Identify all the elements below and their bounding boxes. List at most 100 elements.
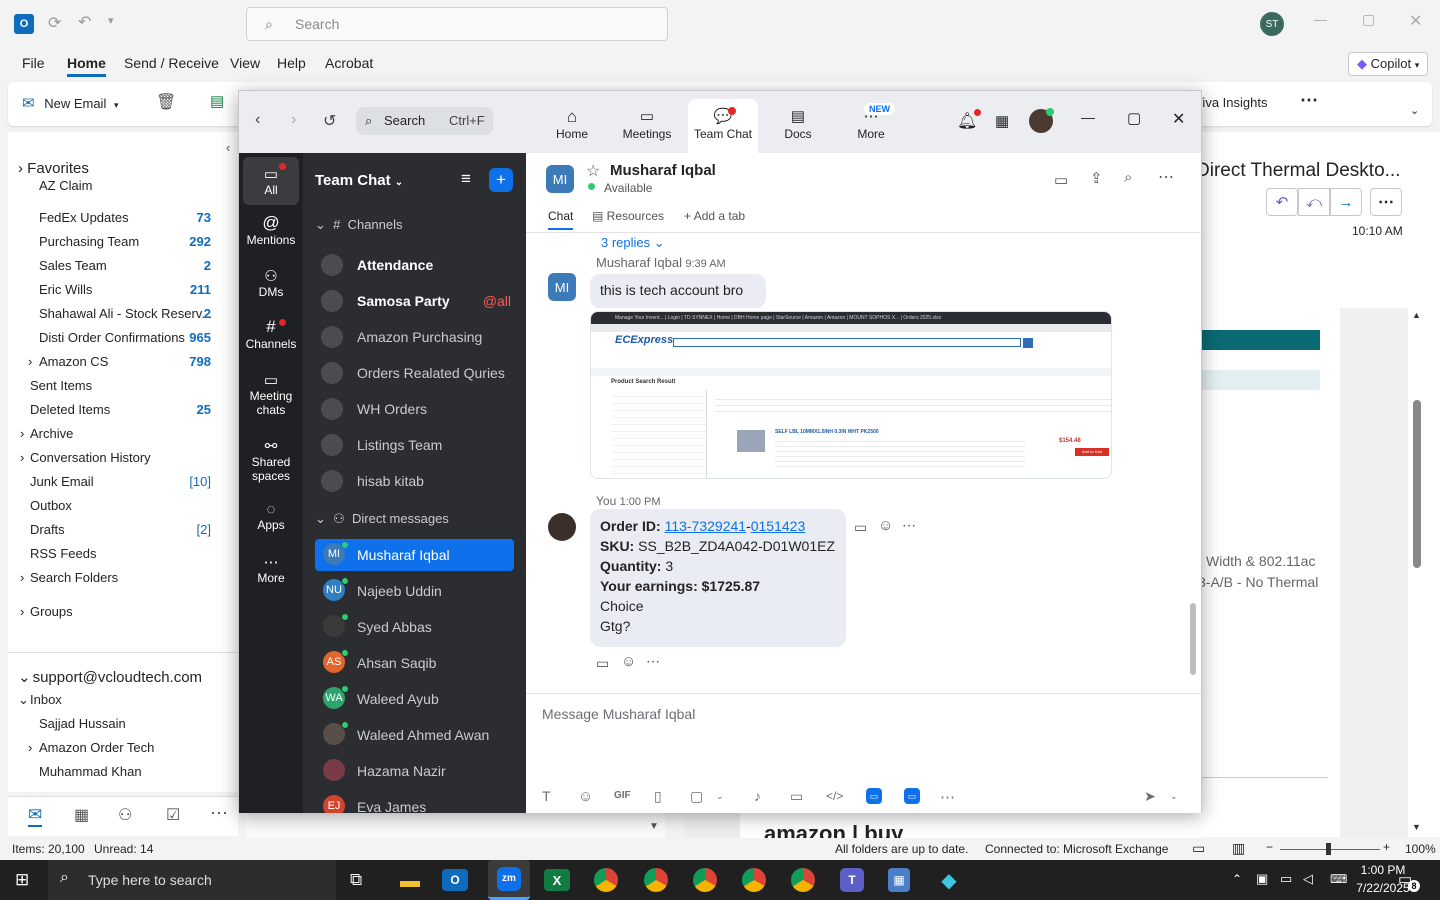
collapse-pane-icon[interactable]: ‹: [226, 140, 230, 155]
maximize-icon[interactable]: ▢: [1362, 11, 1375, 28]
chrome-icon[interactable]: [693, 868, 717, 892]
calculator-icon[interactable]: ▦: [888, 868, 910, 892]
app-icon[interactable]: ▭: [866, 788, 882, 804]
archive-icon[interactable]: ▤: [210, 92, 224, 110]
forward-icon[interactable]: ›: [291, 111, 296, 129]
mail-icon[interactable]: ✉: [28, 805, 43, 827]
folder-inbox[interactable]: ⌄ Inbox: [8, 688, 238, 712]
network-icon[interactable]: ▭: [1280, 871, 1292, 887]
minimize-icon[interactable]: —: [1081, 109, 1095, 125]
zoom-taskbar-icon[interactable]: zm: [488, 860, 530, 900]
gif-icon[interactable]: GIF: [614, 790, 631, 801]
more-actions-icon[interactable]: ⋯: [1370, 188, 1402, 216]
chrome-icon[interactable]: [742, 868, 766, 892]
channels-section-header[interactable]: ⌄ # Channels: [315, 217, 403, 233]
contact-name[interactable]: Musharaf Iqbal: [610, 162, 716, 179]
chrome-icon[interactable]: [791, 868, 815, 892]
message-composer[interactable]: Message Musharaf Iqbal T ☺ GIF ▯ ▢ ⌄ ♪ ▭…: [526, 693, 1201, 813]
tab-resources[interactable]: ▤ Resources: [592, 209, 664, 223]
star-icon[interactable]: ☆: [586, 161, 600, 181]
zoom-search-input[interactable]: ⌕ Search Ctrl+F: [356, 107, 493, 135]
team-chat-header[interactable]: Team Chat ⌄: [315, 172, 403, 189]
folder-archive[interactable]: › Archive: [8, 422, 238, 446]
rail-apps[interactable]: ◌ Apps: [243, 501, 299, 532]
windows-start-icon[interactable]: ⊞: [15, 870, 29, 890]
delete-icon[interactable]: 🗑: [156, 92, 176, 112]
tab-add[interactable]: + Add a tab: [684, 209, 745, 223]
format-text-icon[interactable]: T: [542, 788, 551, 804]
dm-waleed-ahmed-awan[interactable]: Waleed Ahmed Awan: [315, 719, 515, 751]
channel-attendance[interactable]: Attendance: [315, 249, 515, 281]
more-icon[interactable]: ⋯: [646, 653, 660, 670]
people-icon[interactable]: ⚇: [118, 805, 132, 825]
teams-icon[interactable]: T: [840, 868, 864, 892]
close-icon[interactable]: ✕: [1409, 11, 1422, 31]
dm-musharaf-iqbal[interactable]: MI Musharaf Iqbal: [315, 539, 514, 571]
channel-samosa-party[interactable]: Samosa Party @all: [315, 285, 515, 317]
video-message-icon[interactable]: ▭: [790, 788, 803, 805]
more-icon[interactable]: ⋯: [940, 788, 955, 806]
filter-icon[interactable]: ≡: [461, 169, 471, 189]
tab-home[interactable]: ⌂ Home: [537, 99, 607, 153]
new-email-button[interactable]: ✉ New Email ▾: [22, 94, 118, 112]
folder-sent-items[interactable]: Sent Items: [8, 374, 238, 398]
menu-view[interactable]: View: [230, 55, 260, 71]
groups-header[interactable]: › Groups: [8, 600, 238, 624]
replies-link[interactable]: 3 replies ⌄: [601, 235, 665, 251]
folder-amazon-cs[interactable]: › Amazon CS 798: [8, 350, 238, 374]
video-call-icon[interactable]: ▭: [1054, 171, 1068, 189]
volume-icon[interactable]: ◁: [1303, 871, 1313, 887]
channel-listings-team[interactable]: Listings Team: [315, 429, 515, 461]
normal-view-icon[interactable]: ▭: [1192, 840, 1205, 857]
more-icon[interactable]: ⋯: [1300, 90, 1318, 111]
chat-scrollbar[interactable]: [1190, 603, 1196, 675]
menu-home[interactable]: Home: [67, 55, 106, 77]
dm-eva-james[interactable]: EJ Eva James: [315, 791, 515, 813]
dm-ahsan-saqib[interactable]: AS Ahsan Saqib: [315, 647, 515, 679]
folder-search-folders[interactable]: › Search Folders: [8, 566, 238, 590]
order-link-part2[interactable]: 0151423: [751, 518, 806, 534]
minimize-icon[interactable]: —: [1314, 12, 1327, 27]
dm-section-header[interactable]: ⌄ ⚇ Direct messages: [315, 511, 449, 527]
folder-az-claim[interactable]: AZ Claim: [8, 178, 238, 206]
tab-more[interactable]: ⋯ More NEW: [836, 99, 906, 153]
tab-team-chat[interactable]: 💬 Team Chat: [688, 99, 758, 153]
reply-all-icon[interactable]: ⤺: [1298, 188, 1330, 216]
search-icon[interactable]: ⌕: [1124, 169, 1132, 186]
send-icon[interactable]: ➤: [1144, 788, 1156, 805]
zoom-out-icon[interactable]: −: [1266, 840, 1273, 854]
calendar-icon[interactable]: ▦: [995, 112, 1009, 130]
attached-image[interactable]: Manage Your Invent... | Login | TD SYNNE…: [590, 311, 1112, 479]
undo-icon[interactable]: ↶: [78, 12, 91, 32]
folder-junk-email[interactable]: Junk Email [10]: [8, 470, 238, 494]
calendar-icon[interactable]: ▦: [74, 805, 89, 825]
tasks-icon[interactable]: ☑: [166, 805, 180, 825]
folder-disti-order-confirmations[interactable]: Disti Order Confirmations 965: [8, 326, 238, 350]
user-avatar[interactable]: ST: [1260, 12, 1284, 36]
menu-send-receive[interactable]: Send / Receive: [124, 55, 219, 71]
folder-fedex-updates[interactable]: FedEx Updates 73: [8, 206, 238, 230]
chrome-icon[interactable]: [644, 868, 668, 892]
keyboard-icon[interactable]: ⌨: [1330, 872, 1347, 886]
outlook-search-input[interactable]: ⌕ Search: [246, 7, 668, 41]
dm-waleed-ayub[interactable]: WA Waleed Ayub: [315, 683, 515, 715]
dm-najeeb-uddin[interactable]: NU Najeeb Uddin: [315, 575, 515, 607]
email-scrollbar[interactable]: [1413, 400, 1421, 568]
scroll-up-icon[interactable]: ▲: [1412, 310, 1421, 320]
forward-icon[interactable]: →: [1330, 188, 1362, 216]
more-icon[interactable]: ⋯: [1158, 167, 1174, 187]
tab-docs[interactable]: ▤ Docs: [763, 99, 833, 153]
folder-sajjad-hussain[interactable]: Sajjad Hussain: [8, 712, 238, 736]
reply-thread-icon[interactable]: ▭: [854, 519, 867, 536]
account-header[interactable]: ⌄ support@vcloudtech.com: [18, 668, 202, 686]
code-icon[interactable]: </>: [826, 789, 843, 803]
task-view-icon[interactable]: ⧉: [350, 870, 362, 890]
rail-meeting-chats[interactable]: ▭ Meeting chats: [243, 371, 299, 417]
folder-purchasing-team[interactable]: Purchasing Team 292: [8, 230, 238, 254]
maximize-icon[interactable]: ▢: [1127, 109, 1141, 127]
expand-ribbon-icon[interactable]: ⌄: [1410, 104, 1419, 117]
chevron-down-icon[interactable]: ⌄: [1170, 791, 1178, 802]
emoji-react-icon[interactable]: ☺: [878, 517, 893, 534]
outlook-taskbar-icon[interactable]: O: [442, 869, 468, 891]
scroll-down-icon[interactable]: ▼: [1412, 822, 1421, 832]
